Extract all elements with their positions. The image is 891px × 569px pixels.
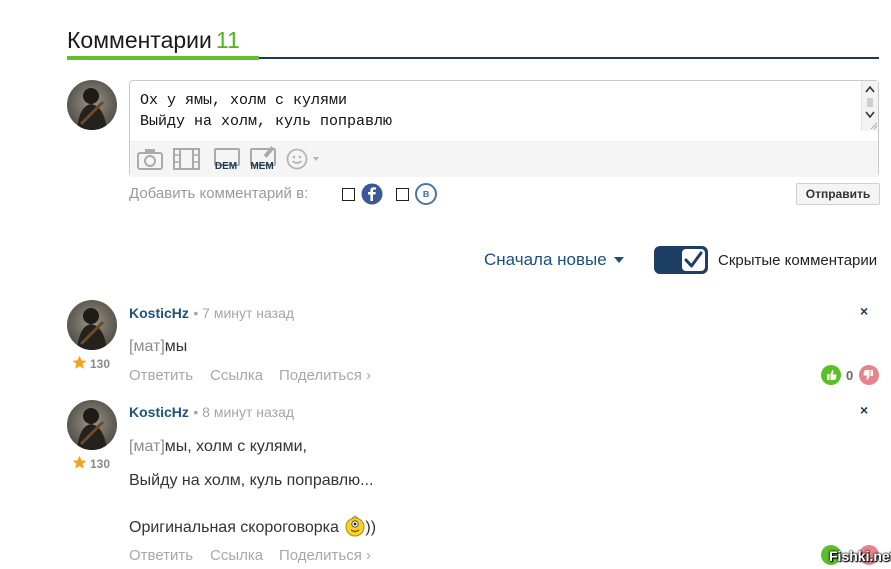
comment-meta: KosticHz • 8 минут назад (129, 404, 294, 422)
hidden-comments-label: Скрытые комментарии (718, 252, 878, 269)
reply-link[interactable]: Ответить (129, 547, 193, 564)
comments-heading: Комментарии 11 (67, 27, 240, 54)
mem-icon[interactable]: MEM (248, 146, 278, 172)
close-icon[interactable]: × (860, 303, 868, 319)
smiley-icon[interactable] (286, 148, 322, 170)
comment-text: [мат]мы (129, 338, 187, 356)
thumbs-down-icon[interactable] (859, 365, 879, 385)
comment-text-line: мы, холм с кулями, (164, 438, 307, 455)
add-comment-to-label: Добавить комментарий в: (129, 185, 309, 202)
film-icon[interactable] (173, 148, 200, 170)
avatar-image (77, 408, 107, 450)
permalink[interactable]: Ссылка (210, 547, 263, 564)
comment-time[interactable]: • 8 минут назад (193, 404, 294, 420)
avatar[interactable] (67, 400, 117, 450)
comment-text-line: Выйду на холм, куль поправлю (140, 113, 393, 130)
scroll-arrows-icon (865, 85, 878, 130)
avatar-image (77, 88, 107, 130)
user-rating: 130 (90, 457, 111, 471)
comments-count: 11 (215, 27, 240, 53)
comments-title: Комментарии (67, 27, 212, 53)
comment-time[interactable]: • 7 минут назад (193, 305, 294, 321)
mem-label: MEM (250, 161, 274, 172)
avatar-image (77, 308, 107, 350)
share-link[interactable]: Поделиться › (279, 367, 371, 384)
permalink[interactable]: Ссылка (210, 367, 263, 384)
thumbs-up-icon[interactable] (821, 365, 841, 385)
censored-word: [мат] (129, 438, 165, 455)
comment-text-line: Оригинальная скороговорка (129, 519, 339, 536)
watermark: Fishki.net (829, 548, 891, 564)
close-icon[interactable]: × (860, 402, 868, 418)
comment-text-line: мы (164, 338, 188, 355)
comment-author[interactable]: KosticHz (129, 404, 189, 420)
vk-checkbox[interactable] (396, 188, 409, 201)
star-icon (72, 355, 87, 369)
checkmark-icon (684, 251, 703, 268)
camera-icon[interactable] (137, 148, 163, 170)
reply-link[interactable]: Ответить (129, 367, 193, 384)
textarea-scrollbar[interactable] (861, 81, 878, 131)
caret-down-icon[interactable] (614, 257, 624, 263)
share-link[interactable]: Поделиться › (279, 547, 371, 564)
facebook-checkbox[interactable] (342, 188, 355, 201)
comment-text-tail: )) (365, 519, 377, 536)
avatar[interactable] (67, 300, 117, 350)
vk-icon: в (415, 183, 437, 205)
user-rating: 130 (90, 357, 111, 371)
comment-text-line: Выйду на холм, куль поправлю... (129, 472, 374, 489)
dem-label: DEM (214, 161, 238, 172)
compose-toolbar: DEM MEM (130, 141, 878, 177)
facebook-icon (361, 183, 383, 205)
comment-text[interactable]: Ох у ямы, холм с кулями Выйду на холм, ку… (140, 90, 392, 132)
sort-dropdown[interactable]: Сначала новые (484, 250, 607, 270)
comment-meta: KosticHz • 7 минут назад (129, 305, 294, 323)
comment-text: [мат]мы, холм с кулями, (129, 438, 307, 456)
toggle-knob (682, 249, 705, 271)
send-button[interactable]: Отправить (796, 183, 880, 205)
comment-text-line: Ох у ямы, холм с кулями (140, 92, 348, 109)
hidden-comments-toggle[interactable] (654, 246, 708, 274)
header-divider-accent (67, 56, 259, 60)
comment-input[interactable]: Ох у ямы, холм с кулями Выйду на холм, ку… (129, 80, 879, 177)
censored-word: [мат] (129, 338, 165, 355)
star-icon (72, 455, 87, 469)
comment-author[interactable]: KosticHz (129, 305, 189, 321)
vote-count: 0 (846, 368, 854, 383)
avatar (67, 80, 117, 130)
smiley-emoji-icon (345, 515, 365, 537)
dem-icon[interactable]: DEM (212, 148, 240, 172)
comment-text: Оригинальная скороговорка )) (129, 515, 376, 537)
